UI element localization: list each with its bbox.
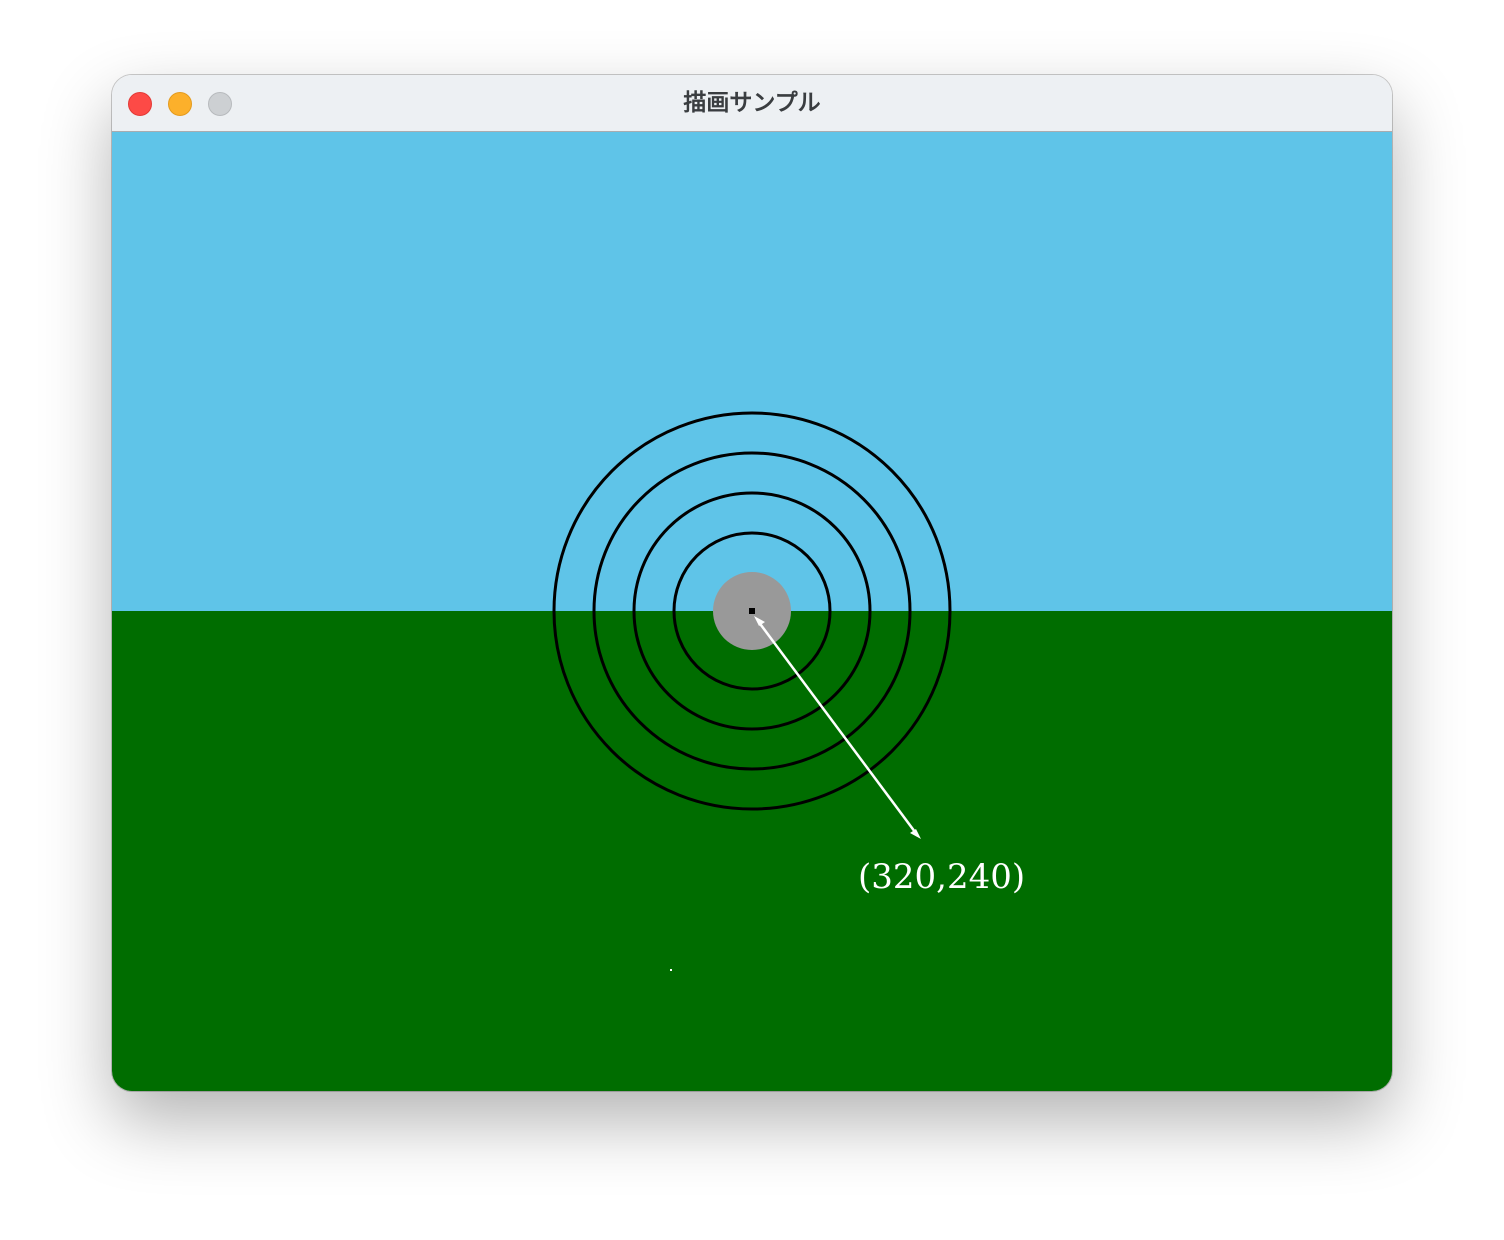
sky-area [112,132,1392,611]
center-dot [749,608,755,614]
drawing-svg: (320,240) [112,132,1392,1091]
window-title: 描画サンプル [683,90,821,116]
title-bar[interactable]: 描画サンプル [112,75,1392,132]
app-window: 描画サンプル (320,240) [112,75,1392,1091]
ground-area [112,611,1392,1091]
coordinate-label: (320,240) [858,857,1025,897]
stray-pixel [670,969,672,971]
drawing-canvas: (320,240) [112,132,1392,1091]
